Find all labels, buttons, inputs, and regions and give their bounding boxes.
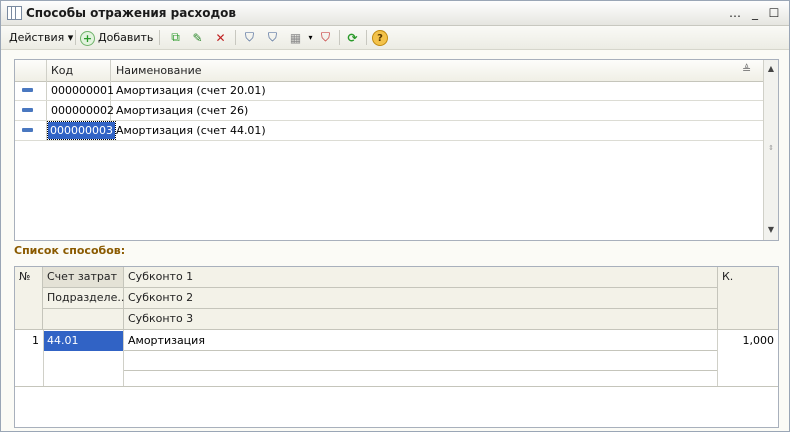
divider [717, 330, 718, 386]
add-button[interactable]: Добавить [98, 29, 153, 46]
header-sub2[interactable]: Субконто 2 [124, 288, 718, 309]
item-icon [22, 88, 33, 92]
row-name: Амортизация (счет 20.01) [116, 84, 266, 97]
cell-sub1[interactable]: Амортизация [124, 331, 718, 351]
header-no[interactable]: № [15, 267, 43, 330]
header-code[interactable]: Код [51, 64, 73, 77]
copy-icon[interactable]: ⧉ [167, 29, 184, 46]
header-name[interactable]: Наименование [116, 64, 201, 77]
separator [159, 30, 160, 45]
row-name: Амортизация (счет 44.01) [116, 124, 266, 137]
methods-grid: № Счет затрат Подразделе... Субконто 1 С… [14, 266, 779, 428]
item-icon [22, 128, 33, 132]
row-code: 000000001 [51, 84, 114, 97]
row-divider [15, 386, 778, 387]
help-icon[interactable]: ? [372, 30, 388, 46]
separator [75, 30, 76, 45]
scroll-thumb[interactable]: ⇕ [764, 140, 778, 156]
list-row-selected[interactable]: 000000003 Амортизация (счет 44.01) [15, 121, 763, 141]
header-sub1[interactable]: Субконто 1 [124, 267, 718, 288]
actions-menu[interactable]: Действия ▾ [9, 29, 73, 46]
toolbar: Действия ▾ + Добавить ⧉ ✎ ✕ ⛉ ⛉ ▦ ▾ ⛉ ⟳ … [1, 26, 789, 50]
cell-sub2[interactable] [124, 351, 718, 371]
header-account[interactable]: Счет затрат [43, 267, 124, 288]
clear-filter-icon[interactable]: ⛉ [317, 29, 334, 46]
cell-k[interactable]: 1,000 [718, 331, 778, 351]
scroll-down-icon[interactable]: ▼ [764, 222, 778, 238]
header-empty [43, 309, 124, 330]
minimize-button[interactable]: _ [747, 5, 763, 21]
header-k[interactable]: К. [718, 267, 778, 330]
add-icon: + [80, 31, 95, 46]
title-bar: Способы отражения расходов … _ ☐ [1, 1, 789, 26]
list-header: Код Наименование ≜ [15, 60, 763, 82]
maximize-button[interactable]: ☐ [766, 5, 782, 21]
actions-label: Действия [9, 31, 65, 44]
divider [123, 330, 124, 386]
scroll-up-icon[interactable]: ▲ [764, 61, 778, 77]
header-dept[interactable]: Подразделе... [43, 288, 128, 309]
item-icon [22, 108, 33, 112]
delete-icon[interactable]: ✕ [212, 29, 229, 46]
window: Способы отражения расходов … _ ☐ Действи… [0, 0, 790, 432]
add-label: Добавить [98, 31, 154, 44]
header-sub3[interactable]: Субконто 3 [124, 309, 718, 330]
list-row[interactable]: 000000001 Амортизация (счет 20.01) [15, 81, 763, 101]
refresh-icon[interactable]: ⟳ [344, 29, 361, 46]
window-title: Способы отражения расходов [26, 6, 236, 20]
separator [366, 30, 367, 45]
table-icon [7, 6, 22, 20]
divider [43, 330, 44, 386]
cell-account[interactable]: 44.01 [43, 331, 124, 351]
filter-icon[interactable]: ⛉ [241, 29, 258, 46]
extra-button[interactable]: … [727, 5, 743, 21]
row-code: 000000002 [51, 104, 114, 117]
methods-title: Список способов: [14, 244, 126, 257]
edit-pencil-icon[interactable]: ✎ [189, 29, 206, 46]
row-no: 1 [32, 334, 39, 347]
separator [235, 30, 236, 45]
scrollbar[interactable]: ▲ ⇕ ▼ [763, 60, 778, 240]
list-grid: Код Наименование ≜ 000000001 Амортизация… [14, 59, 779, 241]
separator [339, 30, 340, 45]
list-row[interactable]: 000000002 Амортизация (счет 26) [15, 101, 763, 121]
filter-value-icon[interactable]: ⛉ [264, 29, 281, 46]
row-name: Амортизация (счет 26) [116, 104, 249, 117]
sort-icon[interactable]: ≜ [742, 63, 751, 76]
row-code: 000000003 [47, 121, 116, 140]
